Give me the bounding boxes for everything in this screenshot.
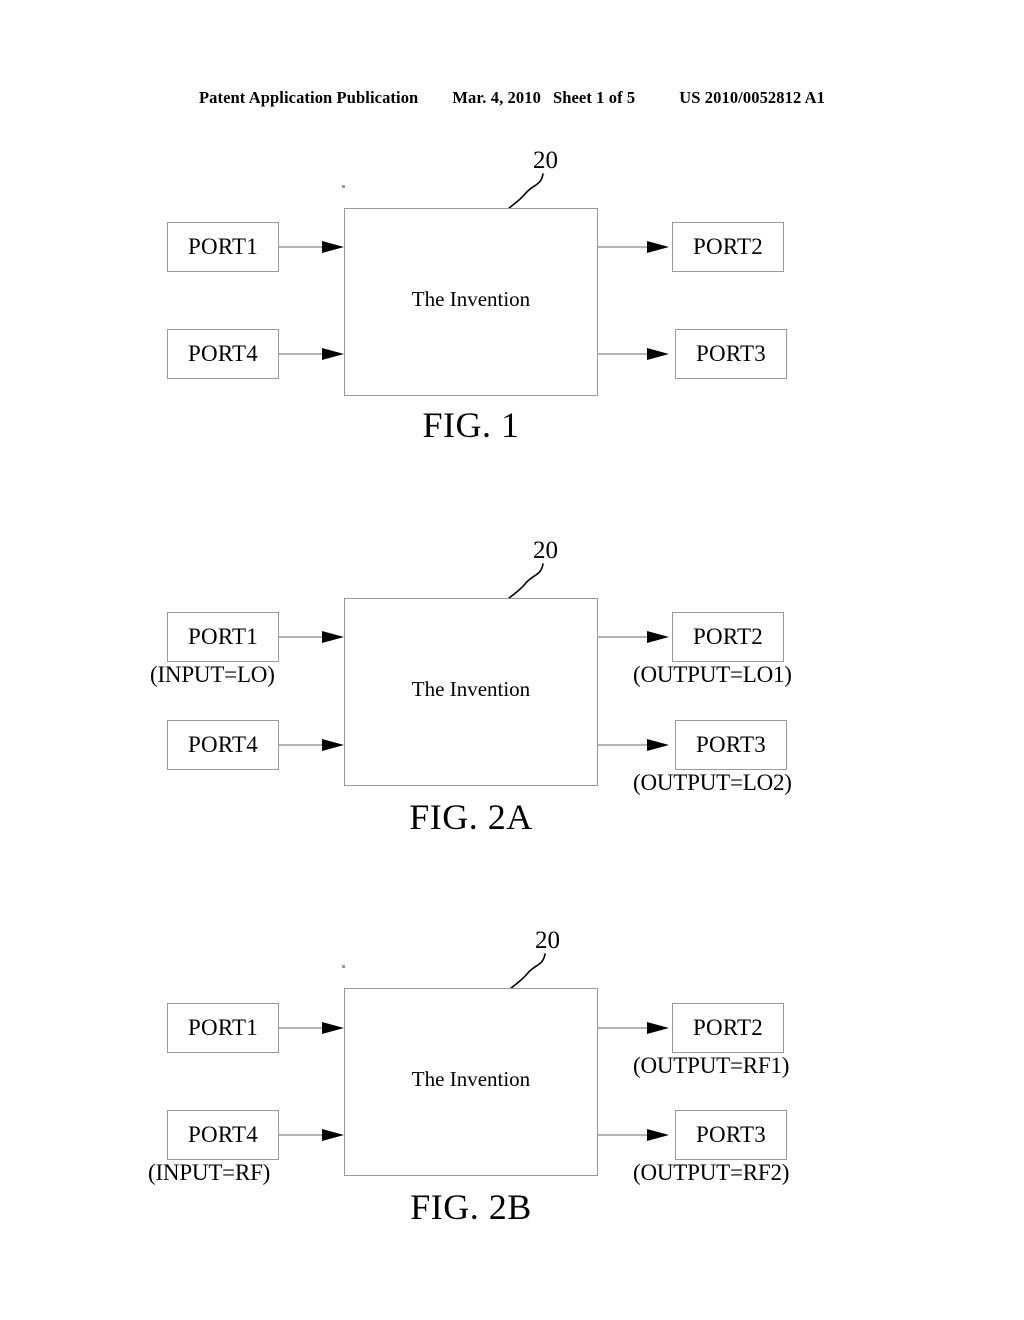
figure-2b-caption: FIG. 2B xyxy=(410,1187,532,1227)
connector-core-to-port2 xyxy=(597,630,673,644)
reference-numeral-20: 20 xyxy=(533,537,558,564)
port4-sublabel: (INPUT=RF) xyxy=(148,1160,271,1185)
core-block-the-invention: The Invention xyxy=(344,988,598,1176)
port-box-port1[interactable]: PORT1 xyxy=(167,612,279,662)
connector-core-to-port2 xyxy=(597,1021,673,1035)
port1-sublabel: (INPUT=LO) xyxy=(150,662,275,687)
port-box-port2[interactable]: PORT2 xyxy=(672,612,784,662)
reference-leader-line xyxy=(507,952,553,992)
connector-port1-to-core xyxy=(278,1021,346,1035)
core-block-the-invention: The Invention xyxy=(344,598,598,786)
ink-speck xyxy=(342,965,345,968)
connector-port1-to-core xyxy=(278,630,346,644)
core-block-label: The Invention xyxy=(411,1067,531,1091)
port3-sublabel: (OUTPUT=LO2) xyxy=(633,770,792,795)
reference-leader-line xyxy=(505,562,551,602)
port-box-port4[interactable]: PORT4 xyxy=(167,1110,279,1160)
connector-port4-to-core xyxy=(278,1128,346,1142)
port-box-port3[interactable]: PORT3 xyxy=(675,1110,787,1160)
reference-numeral-20: 20 xyxy=(535,927,560,954)
port-box-port1[interactable]: PORT1 xyxy=(167,1003,279,1053)
core-block-label: The Invention xyxy=(411,677,531,701)
port-box-port2[interactable]: PORT2 xyxy=(672,1003,784,1053)
port-box-port4[interactable]: PORT4 xyxy=(167,720,279,770)
figure-2b: 20 The Invention PORT1 PORT4 (INPUT=RF) … xyxy=(0,0,1024,1227)
port3-sublabel: (OUTPUT=RF2) xyxy=(633,1160,790,1185)
connector-core-to-port3 xyxy=(597,738,673,752)
figure-2a-caption: FIG. 2A xyxy=(409,797,533,837)
port2-sublabel: (OUTPUT=RF1) xyxy=(633,1053,790,1078)
connector-port4-to-core xyxy=(278,738,346,752)
connector-core-to-port3 xyxy=(597,1128,673,1142)
port2-sublabel: (OUTPUT=LO1) xyxy=(633,662,792,687)
port-box-port3[interactable]: PORT3 xyxy=(675,720,787,770)
